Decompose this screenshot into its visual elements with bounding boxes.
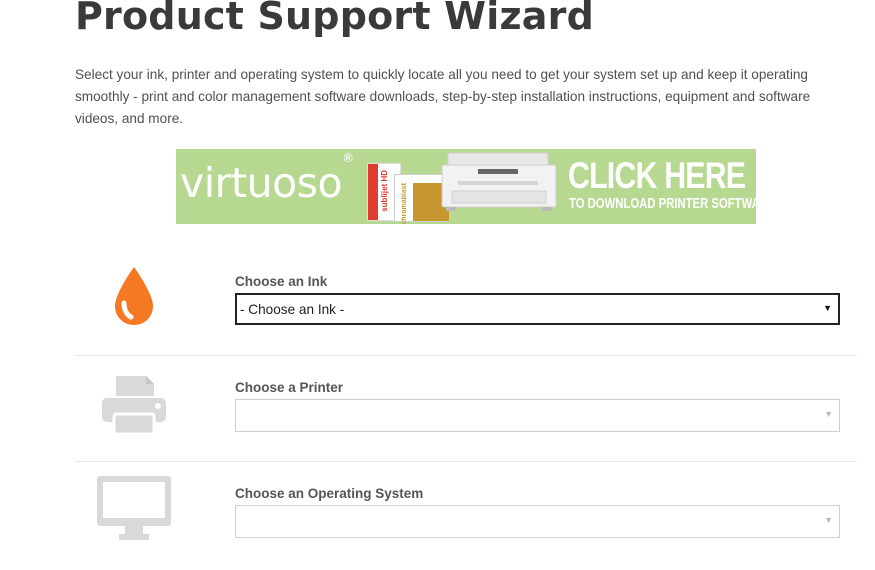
divider xyxy=(75,461,857,462)
virtuoso-download-banner[interactable]: virtuoso® sublijet HD chromablast CLICK … xyxy=(176,149,756,224)
chevron-down-icon: ▼ xyxy=(823,303,832,313)
banner-brand: virtuoso® xyxy=(180,151,354,207)
printer-icon xyxy=(102,376,166,436)
monitor-icon xyxy=(97,476,171,540)
ink-step: Choose an Ink - Choose an Ink - ▼ xyxy=(75,262,857,342)
banner-cta-main: CLICK HERE xyxy=(568,155,746,196)
os-select[interactable]: ▼ xyxy=(235,505,840,538)
printer-image xyxy=(441,152,557,211)
printer-step: Choose a Printer ▼ xyxy=(75,368,857,448)
printer-label: Choose a Printer xyxy=(235,380,344,395)
page-title: Product Support Wizard xyxy=(75,0,594,38)
intro-text: Select your ink, printer and operating s… xyxy=(75,67,811,126)
ink-select[interactable]: - Choose an Ink - ▼ xyxy=(235,293,840,325)
banner-cta-sub: TO DOWNLOAD PRINTER SOFTWARE xyxy=(569,196,756,212)
printer-select[interactable]: ▼ xyxy=(235,399,840,432)
ink-label: Choose an Ink xyxy=(235,274,328,289)
chevron-down-icon: ▼ xyxy=(824,515,833,525)
ink-drop-icon xyxy=(115,267,153,325)
divider xyxy=(75,355,857,356)
ink-select-value: - Choose an Ink - xyxy=(240,302,345,317)
os-step: Choose an Operating System ▼ xyxy=(75,474,857,554)
os-label: Choose an Operating System xyxy=(235,486,424,501)
chevron-down-icon: ▼ xyxy=(824,409,833,419)
